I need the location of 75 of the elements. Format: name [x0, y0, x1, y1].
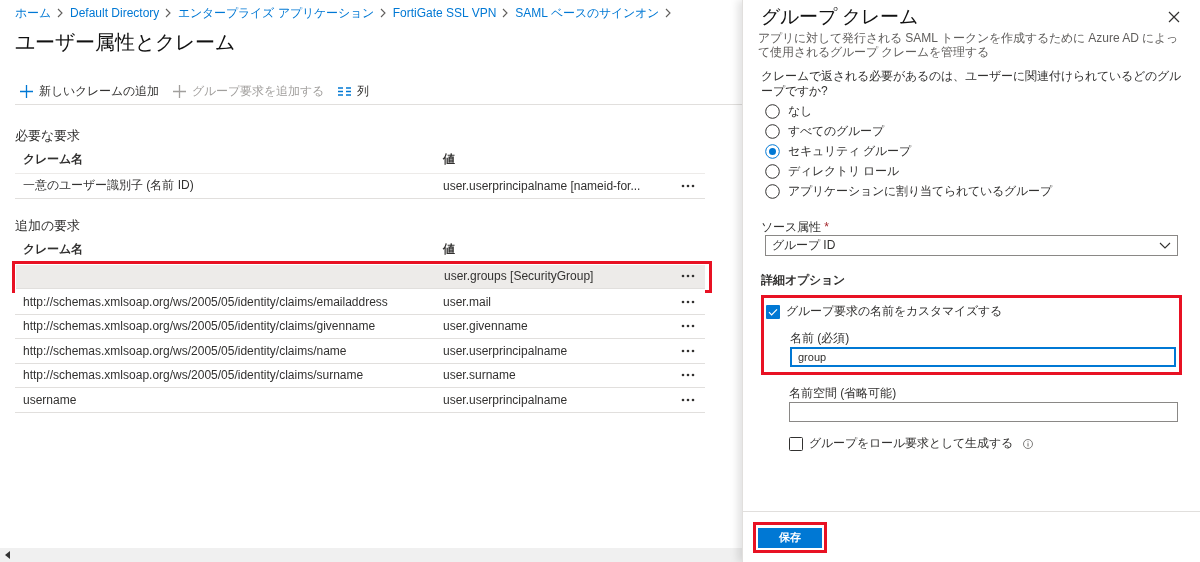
table-cell-text: 一意のユーザー識別子 (名前 ID)	[23, 177, 195, 195]
save-button[interactable]: 保存	[758, 527, 822, 548]
radio-button[interactable]	[765, 144, 780, 159]
checkbox-label: グループをロール要求として生成する	[809, 435, 1013, 452]
panel-title: グループ クレーム	[761, 5, 919, 29]
table-cell-text: user.surname	[443, 368, 517, 383]
toolbar-button[interactable]: 列	[338, 83, 369, 100]
more-icon[interactable]	[681, 397, 695, 402]
chevron-icon	[664, 8, 672, 18]
section-title: 必要な要求	[15, 127, 81, 145]
radio-option[interactable]: なし	[765, 104, 1184, 119]
table-cell-text: user.userprincipalname [nameid-for...	[443, 178, 642, 193]
radio-button[interactable]	[765, 104, 780, 119]
columns-icon	[338, 85, 351, 98]
radio-option[interactable]: アプリケーションに割り当てられているグループ	[765, 184, 1184, 199]
radio-option[interactable]: すべてのグループ	[765, 124, 1184, 139]
name-field[interactable]: group	[790, 347, 1176, 367]
toolbar-button[interactable]: 新しいクレームの追加	[20, 83, 159, 100]
field-label: ソース属性	[761, 220, 821, 234]
namespace-field[interactable]	[789, 402, 1178, 422]
table-cell-text: http://schemas.xmlsoap.org/ws/2005/05/identity/claims/surname	[23, 368, 365, 383]
section-title: 詳細オプション	[761, 272, 846, 288]
table-cell-text: user.userprincipalname	[443, 343, 569, 358]
more-icon[interactable]	[681, 299, 695, 304]
plus-icon	[173, 85, 186, 98]
more-icon[interactable]	[681, 373, 695, 378]
field-label: 名前空間 (省略可能)	[789, 385, 898, 400]
checkbox-label: グループ要求の名前をカスタマイズする	[786, 303, 1002, 320]
page-title: ユーザー属性とクレーム	[15, 30, 236, 55]
caret-icon	[5, 551, 11, 559]
chevron-icon	[57, 8, 64, 18]
column-header: 値	[443, 240, 456, 258]
section-title: 追加の要求	[15, 216, 81, 235]
breadcrumb-link[interactable]: ホーム	[15, 4, 51, 22]
chevron-icon	[165, 8, 173, 18]
table-row[interactable]: http://schemas.xmlsoap.org/ws/2005/05/identity/claims/emailaddress user.mail	[15, 290, 705, 315]
radio-option[interactable]: セキュリティ グループ	[765, 144, 1184, 159]
more-icon[interactable]	[681, 324, 695, 329]
more-icon[interactable]	[681, 348, 695, 353]
table-cell-text: http://schemas.xmlsoap.org/ws/2005/05/identity/claims/givenname	[23, 319, 377, 334]
checkbox[interactable]	[766, 304, 780, 319]
panel-subtitle: アプリに対して発行される SAML トークンを作成するために Azure AD によって使用されるグループ クレームを管理する	[758, 31, 1180, 59]
breadcrumb-link[interactable]: エンタープライズ アプリケーション	[178, 4, 374, 22]
table-cell-text: user.groups [SecurityGroup]	[444, 269, 595, 284]
plus-icon	[20, 85, 33, 98]
checkbox[interactable]	[789, 436, 803, 451]
radio-button[interactable]	[765, 184, 780, 199]
table-row[interactable]: user.groups [SecurityGroup]	[16, 264, 705, 289]
required-mark: *	[824, 220, 829, 234]
source-dropdown[interactable]: グループ ID	[765, 235, 1178, 256]
table-cell-text: http://schemas.xmlsoap.org/ws/2005/05/identity/claims/name	[23, 343, 348, 358]
table-cell-text: username	[23, 392, 78, 407]
close-icon[interactable]	[1168, 11, 1180, 23]
field-label: 名前 (必須)	[790, 330, 851, 345]
table-cell-text: user.givenname	[443, 319, 529, 334]
chevron-icon	[379, 8, 387, 18]
radio-option[interactable]: ディレクトリ ロール	[765, 164, 1184, 179]
scrollbar[interactable]	[0, 548, 742, 562]
breadcrumb-link[interactable]: SAML ベースのサインオン	[515, 4, 659, 22]
more-icon[interactable]	[681, 183, 695, 188]
column-header: 値	[443, 151, 456, 168]
radio-button[interactable]	[765, 124, 780, 139]
table-cell-text: http://schemas.xmlsoap.org/ws/2005/05/identity/claims/emailaddress	[23, 294, 389, 309]
question-text: クレームで返される必要があるのは、ユーザーに関連付けられているどのグループですか?	[761, 69, 1182, 99]
breadcrumb-link[interactable]: Default Directory	[70, 6, 160, 20]
column-header: クレーム名	[23, 151, 84, 168]
chevron-down-icon	[1159, 242, 1171, 249]
more-icon[interactable]	[681, 274, 695, 279]
info-icon	[1023, 438, 1033, 449]
table-cell-text: user.mail	[443, 294, 493, 309]
table-cell-text: user.userprincipalname	[443, 392, 569, 407]
breadcrumb-link[interactable]: FortiGate SSL VPN	[392, 6, 497, 20]
radio-button[interactable]	[765, 164, 780, 179]
chevron-icon	[502, 8, 510, 18]
column-header: クレーム名	[23, 240, 84, 258]
